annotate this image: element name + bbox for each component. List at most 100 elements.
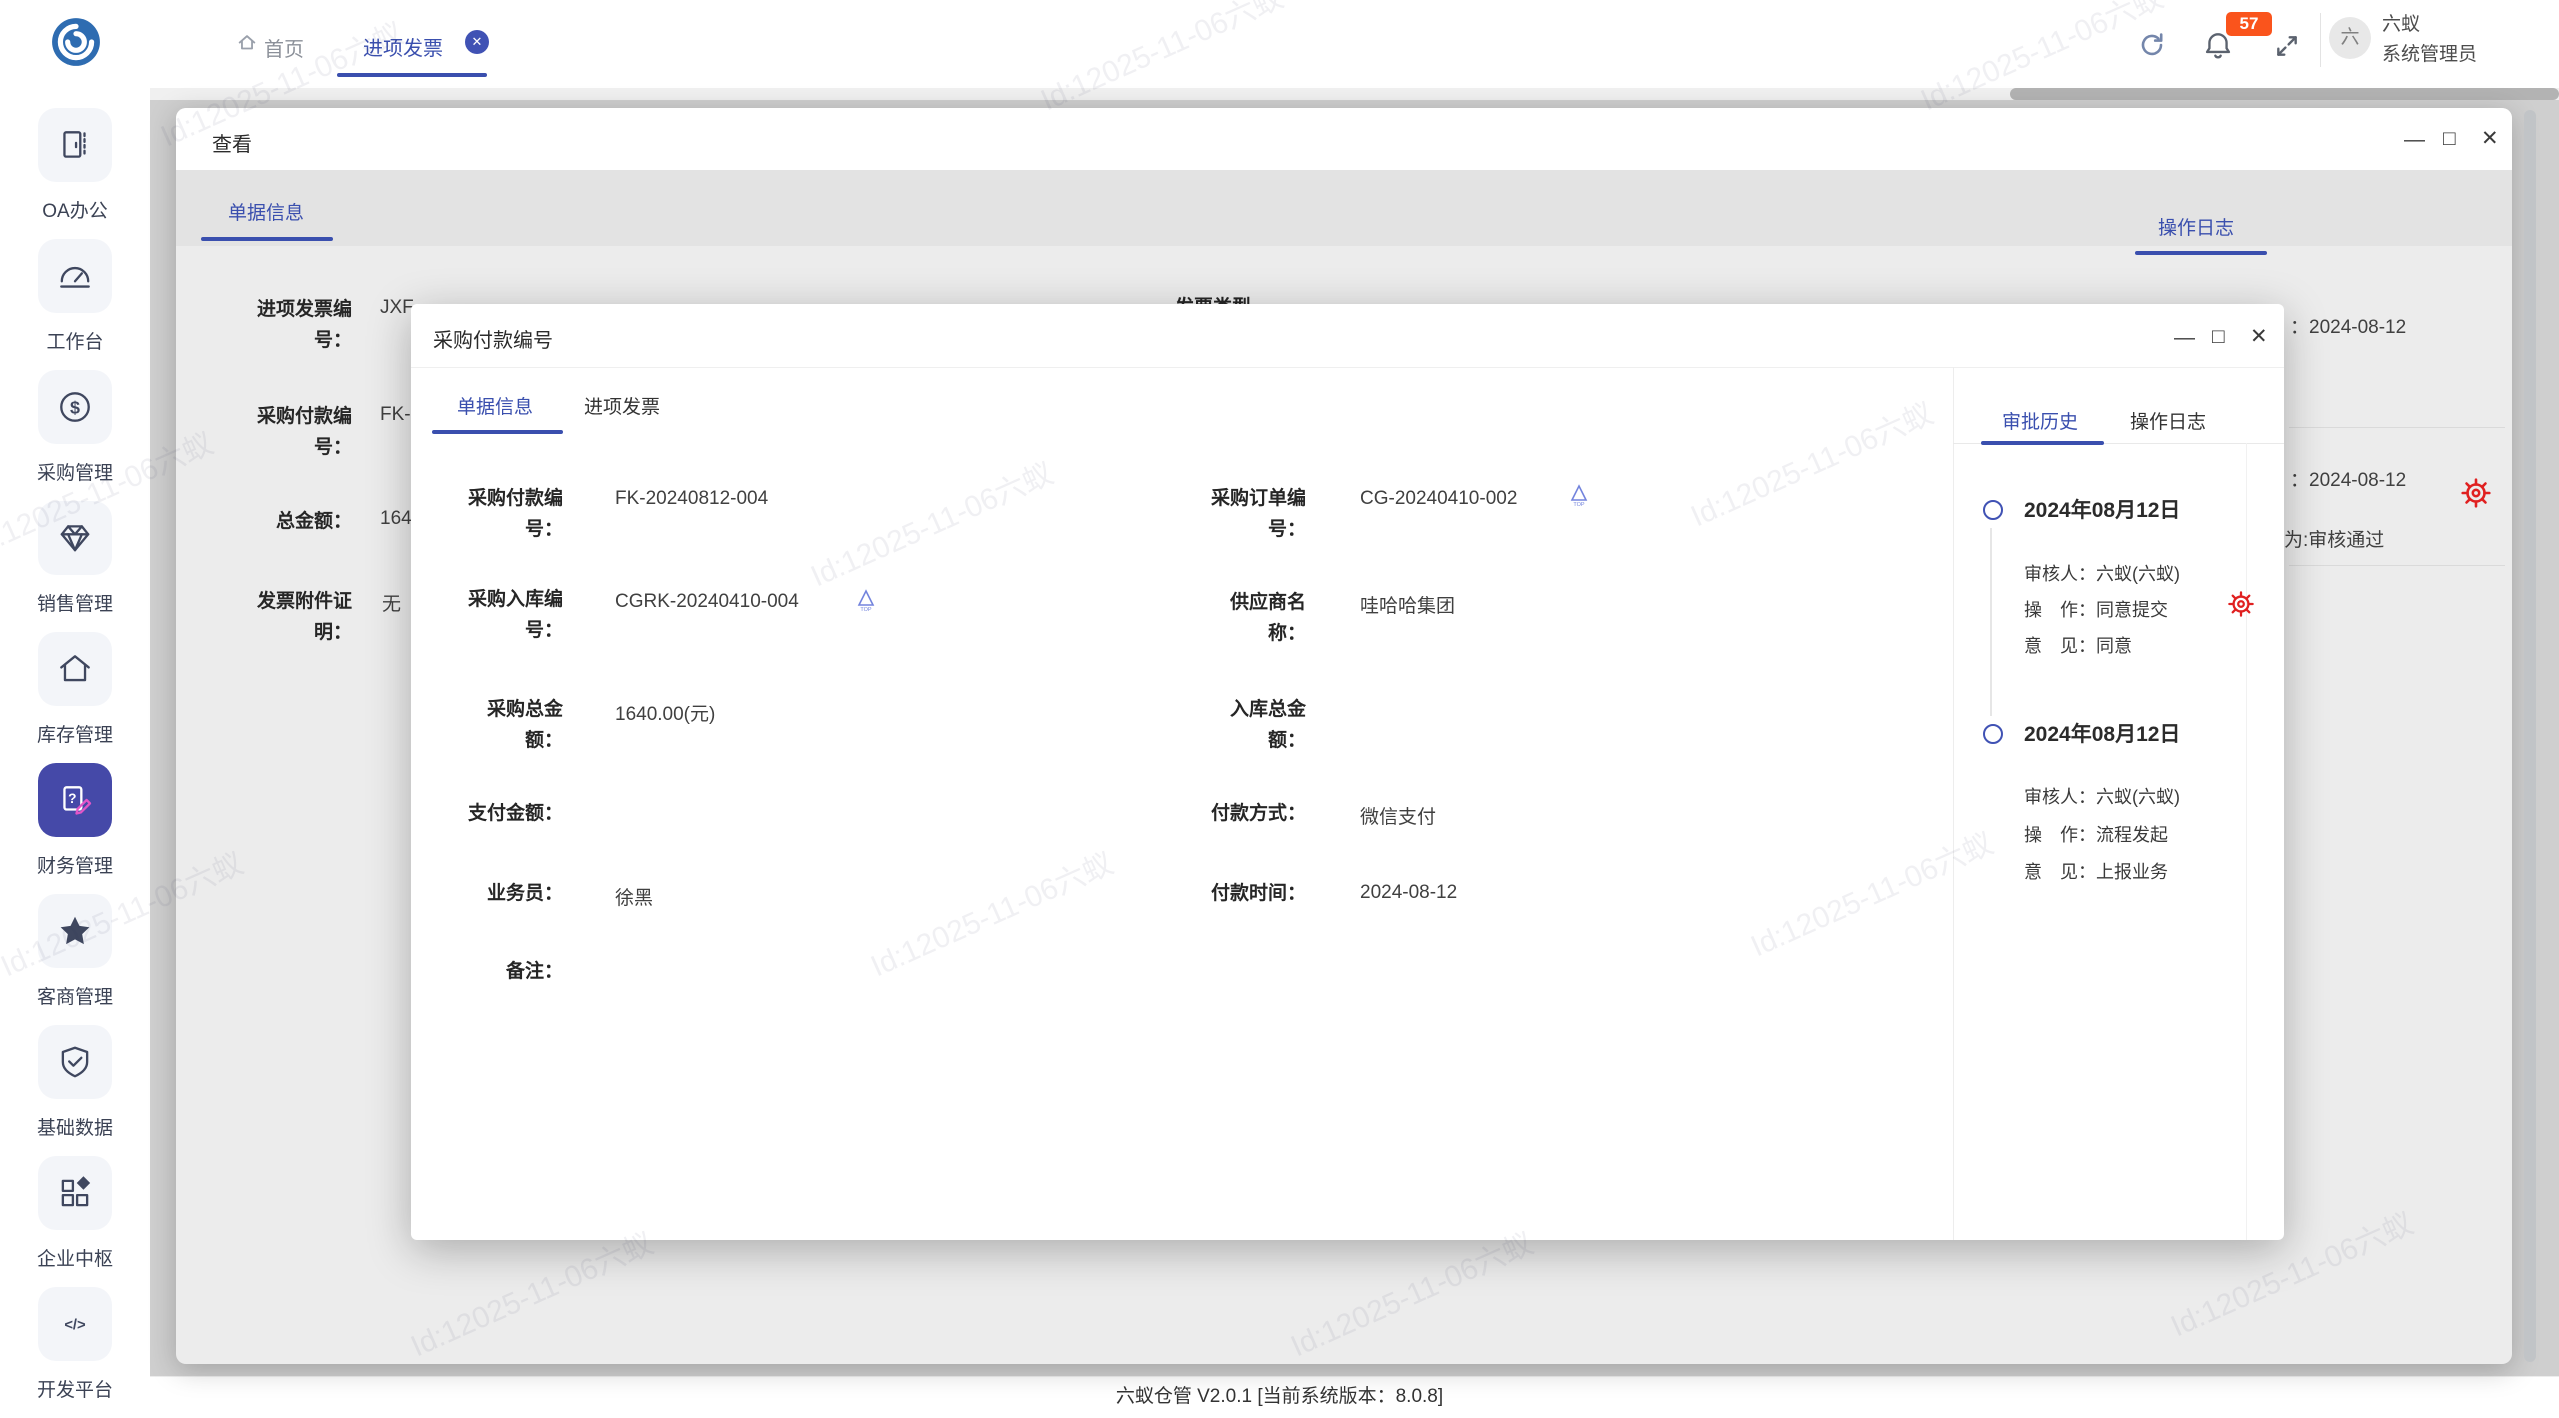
sidebar-label-inventory: 库存管理 [0,720,150,747]
view-close-icon[interactable]: ✕ [2481,127,2499,151]
gauge-icon [56,257,94,295]
svg-text:TOP: TOP [1573,502,1585,508]
tab-close-icon[interactable]: ✕ [465,30,489,54]
payment-tab-invoice[interactable]: 进项发票 [584,392,660,419]
log-gear-icon[interactable] [2460,477,2492,514]
vertical-scrollbar-thumb[interactable] [2524,110,2536,1362]
payment-dialog-title: 采购付款编号 [433,324,553,353]
field-value: 哇哈哈集团 [1360,591,1455,618]
field-label: 供应商名称： [1196,587,1306,649]
field-value: 微信支付 [1360,802,1436,829]
dollar-circle-icon: $ [56,388,94,426]
fullscreen-icon[interactable] [2274,33,2300,64]
active-tab-underline [337,73,487,77]
tab-approval-history[interactable]: 审批历史 [2002,407,2078,434]
shield-check-icon [56,1043,94,1081]
user-role: 系统管理员 [2382,42,2477,68]
tab-operation-log[interactable]: 操作日志 [2130,407,2206,434]
sidebar-label-workbench: 工作台 [0,327,150,354]
sidebar-label-customer: 客商管理 [0,982,150,1009]
field-label: 付款时间： [1196,878,1306,909]
svg-text:$: $ [70,397,80,417]
home-icon[interactable] [236,32,258,59]
field-value: 2024-08-12 [1360,882,1457,904]
field-value: JXF [380,297,414,319]
field-label: 采购总金额： [453,694,563,756]
sidebar-item-dev[interactable]: </> [38,1287,112,1361]
tab-active[interactable]: 进项发票 [363,32,443,61]
view-minimize-icon[interactable]: — [2404,128,2425,152]
timeline-date: 2024年08月12日 [2024,718,2180,748]
sidebar-item-inventory[interactable] [38,632,112,706]
topbar-divider [2320,13,2321,67]
sidebar-label-enterprise: 企业中枢 [0,1244,150,1271]
grid-diamond-icon [56,1174,94,1212]
horizontal-scrollbar-thumb[interactable] [2010,88,2559,100]
sidebar-item-basedata[interactable] [38,1025,112,1099]
footer-version: 六蚁仓管 V2.0.1 [当前系统版本：8.0.8] [0,1376,2559,1418]
field-label: 备注： [453,956,563,987]
field-value: FK- [380,404,411,426]
view-dialog-header [176,108,2512,171]
payment-close-icon[interactable]: ✕ [2250,325,2268,349]
sidebar-label-sales: 销售管理 [0,589,150,616]
view-maximize-icon[interactable]: □ [2443,127,2456,151]
sidebar-item-customer[interactable] [38,894,112,968]
payment-header-divider [411,367,2284,368]
svg-text:?: ? [68,791,76,806]
field-label: 入库总金额： [1196,694,1306,756]
field-label: 业务员： [453,878,563,909]
payment-tab-document-info[interactable]: 单据信息 [457,392,533,419]
field-value: CG-20240410-002 [1360,488,1517,510]
sidebar-item-workbench[interactable] [38,239,112,313]
timeline-node [1983,500,2003,520]
field-value: FK-20240812-004 [615,488,768,510]
tab-history-underline [1981,441,2104,445]
sidebar-label-dev: 开发平台 [0,1375,150,1402]
payment-tab-doc-underline [432,430,563,434]
sidebar-label-basedata: 基础数据 [0,1113,150,1140]
sidebar-label-oa: OA办公 [0,196,150,223]
payment-maximize-icon[interactable]: □ [2212,325,2225,349]
field-value: 164 [380,508,412,530]
jump-top-icon[interactable]: TOP [1570,484,1588,513]
field-label: 支付金额： [453,798,563,829]
field-label: 发票附件证明： [242,586,352,648]
svg-text:TOP: TOP [860,607,872,613]
payment-minimize-icon[interactable]: — [2174,326,2195,350]
view-tab-operation-log[interactable]: 操作日志 [2158,213,2234,240]
view-dialog-title: 查看 [212,128,252,157]
sidebar-item-oa[interactable] [38,108,112,182]
sidebar-item-finance[interactable]: ? [38,763,112,837]
field-label: 采购付款编号： [453,483,563,545]
sidebar-item-purchase[interactable]: $ [38,370,112,444]
refresh-icon[interactable] [2138,31,2166,64]
timeline-gear-icon[interactable] [2227,590,2255,623]
field-label: 采购订单编号： [1196,483,1306,545]
timeline-opinion: 意 见：上报业务 [2024,858,2168,884]
view-tab-document-info[interactable]: 单据信息 [228,198,304,225]
timeline-node [1983,724,2003,744]
field-label: 采购入库编号： [453,584,563,646]
sidebar-item-enterprise[interactable] [38,1156,112,1230]
timeline-action: 操 作：流程发起 [2024,821,2168,847]
view-tab-doc-underline [201,237,333,241]
notification-badge: 57 [2226,12,2272,36]
app-logo-icon[interactable] [50,16,102,73]
sidebar-label-finance: 财务管理 [0,851,150,878]
log-action-fragment: 为:审核通过 [2284,525,2384,552]
field-label: 进项发票编号： [242,294,352,356]
panel-divider [1953,367,1954,1240]
app-root: « 首页 进项发票 ✕ » 57 六 六蚁 系统管理员 OA办公 工作台 $ 采… [0,0,2559,1418]
sidebar-item-sales[interactable] [38,501,112,575]
user-name: 六蚁 [2382,12,2420,38]
star-icon [56,912,94,950]
avatar[interactable]: 六 [2329,17,2371,59]
jump-top-icon[interactable]: TOP [857,589,875,618]
field-label: 付款方式： [1196,798,1306,829]
timeline-reviewer: 审核人：六蚁(六蚁) [2024,560,2180,586]
tab-home[interactable]: 首页 [264,33,304,62]
field-value: CGRK-20240410-004 [615,591,799,613]
gem-icon [56,519,94,557]
history-scroll-edge [2246,443,2247,1240]
